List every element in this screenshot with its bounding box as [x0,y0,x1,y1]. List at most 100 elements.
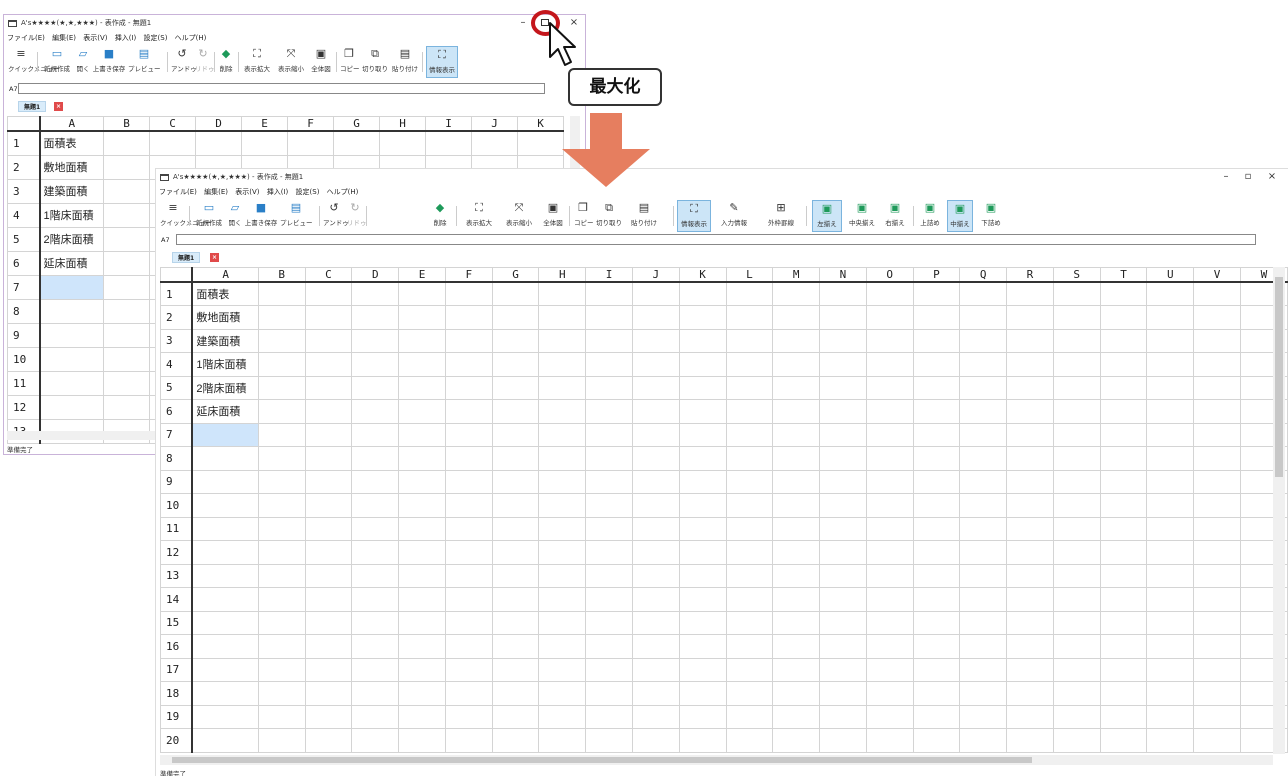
table-cell[interactable] [103,178,150,204]
table-cell[interactable] [257,446,306,471]
table-cell[interactable] [444,493,493,518]
copy-button[interactable]: ❐ コピー [340,46,360,78]
vertical-scroll-thumb[interactable] [1275,277,1283,477]
quick-menu-button[interactable]: ≡ クイックメニュー [160,200,212,232]
table-cell[interactable] [819,422,867,447]
table-cell[interactable] [1052,587,1101,612]
table-cell[interactable] [1146,704,1195,729]
menu-help[interactable]: ヘルプ(H) [175,34,207,42]
table-cell[interactable] [585,657,633,682]
table-cell[interactable] [1193,610,1241,635]
table-cell[interactable] [1052,446,1101,471]
table-cell[interactable] [379,130,426,156]
table-cell[interactable] [631,328,680,353]
menu-view[interactable]: 表示(V) [235,188,259,196]
table-cell[interactable] [1099,704,1148,729]
table-cell[interactable] [631,281,680,306]
table-cell[interactable] [772,305,821,330]
table-cell[interactable] [257,516,306,541]
table-cell[interactable] [538,540,587,565]
spreadsheet-grid[interactable]: A B C D E F G H I J K L M N O P Q R S T U V W 1 面積表 2 敷地面積 3 建築面積 4 1階… [160,267,1288,753]
table-cell[interactable] [772,540,821,565]
table-cell[interactable] [398,704,446,729]
table-cell[interactable] [491,540,540,565]
table-cell[interactable] [1193,352,1241,377]
row-header[interactable]: 17 [160,657,194,682]
table-cell[interactable] [351,375,400,400]
new-button[interactable]: ▭ 新規作成 [192,200,226,232]
table-cell[interactable] [772,657,821,682]
table-cell[interactable] [1006,728,1054,753]
table-cell[interactable] [103,250,150,276]
table-cell[interactable] [585,634,633,659]
table-cell[interactable] [585,328,633,353]
column-header[interactable]: A [191,267,259,283]
column-header[interactable]: L [725,267,774,283]
table-cell[interactable] [1099,281,1148,306]
delete-button[interactable]: ◆ 削除 [432,200,448,232]
table-cell[interactable] [1006,704,1054,729]
table-cell[interactable] [103,322,150,348]
row-header[interactable]: 8 [160,446,194,471]
table-cell[interactable] [959,281,1008,306]
table-cell[interactable] [912,516,961,541]
table-cell[interactable] [1099,657,1148,682]
table-cell[interactable] [491,610,540,635]
table-cell[interactable] [491,281,540,306]
table-cell[interactable] [538,305,587,330]
table-cell[interactable] [257,281,306,306]
table-cell[interactable] [398,493,446,518]
row-header[interactable]: 2 [160,305,194,330]
table-cell[interactable] [865,634,914,659]
table-cell[interactable] [103,274,150,300]
table-cell[interactable] [1193,516,1241,541]
table-cell[interactable] [538,728,587,753]
row-header[interactable]: 9 [160,469,194,494]
table-cell[interactable] [304,328,353,353]
table-cell[interactable] [772,493,821,518]
table-cell[interactable] [772,469,821,494]
table-cell[interactable] [1193,305,1241,330]
table-cell[interactable] [1052,375,1101,400]
table-cell[interactable] [538,681,587,706]
table-cell[interactable] [517,130,564,156]
table-cell[interactable] [538,375,587,400]
table-cell[interactable] [959,563,1008,588]
table-cell[interactable] [304,422,353,447]
table-cell[interactable] [959,610,1008,635]
table-cell[interactable] [1146,399,1195,424]
zoom-out-button[interactable]: ⤧ 表示縮小 [503,200,535,232]
table-cell[interactable] [398,634,446,659]
menu-settings[interactable]: 設定(S) [296,188,320,196]
table-cell[interactable] [351,493,400,518]
table-cell[interactable] [39,394,104,420]
column-header[interactable]: D [195,116,242,132]
row-header[interactable]: 4 [160,352,194,377]
table-cell[interactable] [287,130,334,156]
table-cell[interactable] [1006,540,1054,565]
table-cell[interactable] [191,634,259,659]
row-header[interactable]: 5 [160,375,194,400]
overview-button[interactable]: ▣ 全体図 [542,200,564,232]
table-cell[interactable] [398,446,446,471]
table-cell[interactable] [398,305,446,330]
table-cell[interactable] [1099,540,1148,565]
table-cell[interactable] [444,375,493,400]
table-cell[interactable] [304,634,353,659]
table-cell[interactable] [819,516,867,541]
table-cell[interactable] [304,493,353,518]
table-cell[interactable] [257,469,306,494]
table-cell[interactable] [1193,563,1241,588]
table-cell[interactable] [1146,281,1195,306]
table-cell[interactable] [631,375,680,400]
close-tab-icon[interactable]: × [210,253,219,262]
table-cell[interactable] [678,563,727,588]
table-cell[interactable] [1099,305,1148,330]
open-button[interactable]: ▱ 開く [76,46,90,78]
table-cell[interactable] [304,446,353,471]
table-cell[interactable] [585,352,633,377]
table-cell[interactable] [585,375,633,400]
table-cell[interactable] [1099,446,1148,471]
table-cell[interactable] [444,469,493,494]
table-cell[interactable] [819,728,867,753]
